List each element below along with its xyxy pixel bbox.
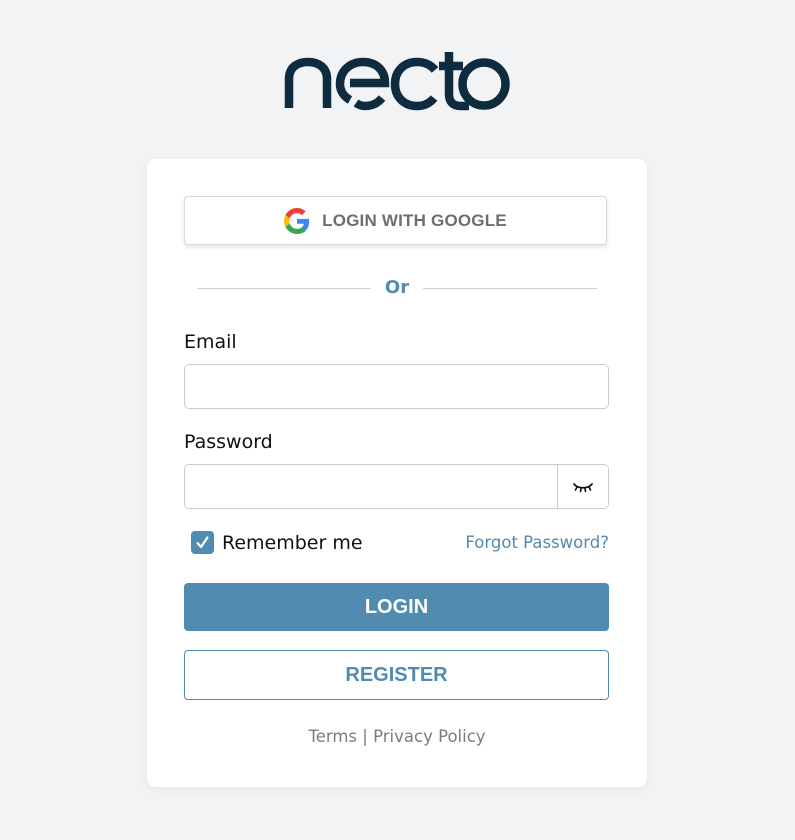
forgot-password-link[interactable]: Forgot Password? [465,533,609,552]
remember-me-checkbox[interactable]: Remember me [191,531,363,554]
checkmark-icon [196,536,209,549]
terms-link[interactable]: Terms [308,727,357,746]
necto-logo [283,52,511,112]
divider-line-right [423,288,597,289]
login-button[interactable]: LOGIN [184,583,609,631]
checkbox-checked[interactable] [191,531,214,554]
register-button[interactable]: REGISTER [184,650,609,700]
privacy-policy-link[interactable]: Privacy Policy [373,727,485,746]
remember-me-label: Remember me [222,531,363,554]
toggle-password-visibility-button[interactable] [557,465,608,508]
login-with-google-button[interactable]: LOGIN WITH GOOGLE [184,196,607,245]
or-divider: Or [197,275,597,301]
eye-closed-icon [573,482,593,492]
login-page: LOGIN WITH GOOGLE Or Email Password Reme… [0,0,795,840]
footer-separator: | [362,727,368,746]
login-card: LOGIN WITH GOOGLE Or Email Password Reme… [147,159,647,787]
google-icon [284,207,310,234]
password-field[interactable] [185,465,557,508]
email-field[interactable] [184,364,609,409]
email-label: Email [184,331,237,353]
password-label: Password [184,431,273,453]
password-field-group [184,464,609,509]
login-with-google-label: LOGIN WITH GOOGLE [322,210,507,230]
footer-links: Terms | Privacy Policy [147,727,647,746]
necto-logo-graphic [284,52,510,111]
